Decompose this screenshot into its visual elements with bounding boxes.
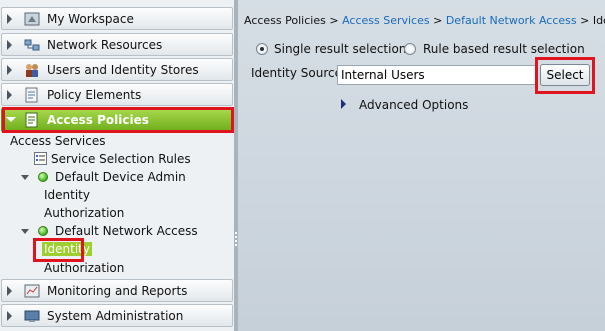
content-pane: Access Policies > Access Services > Defa… — [238, 0, 605, 331]
workspace-icon — [24, 12, 40, 26]
expand-arrow-icon — [7, 40, 12, 50]
users-icon — [26, 64, 38, 77]
rule-based-label: Rule based result selection — [423, 42, 585, 56]
expand-arrow-icon — [7, 311, 12, 321]
drawer-label: Monitoring and Reports — [47, 284, 188, 298]
expand-arrow-icon — [7, 65, 12, 75]
splitter-grip-icon — [235, 232, 237, 246]
collapse-arrow-icon — [6, 117, 16, 122]
drawer-monitoring-reports[interactable]: Monitoring and Reports — [1, 279, 233, 302]
drawer-policy-elements[interactable]: Policy Elements — [1, 83, 233, 106]
drawer-label: Users and Identity Stores — [47, 63, 199, 77]
drawer-label: My Workspace — [47, 12, 134, 26]
tree-default-device-admin[interactable]: Default Device Admin — [55, 170, 186, 184]
identity-source-input[interactable] — [337, 65, 537, 85]
expand-arrow-icon — [7, 286, 12, 296]
status-green-icon — [38, 172, 48, 182]
tree-collapse-icon[interactable] — [21, 175, 29, 180]
drawer-label: Access Policies — [47, 113, 149, 127]
tree-dda-authorization[interactable]: Authorization — [44, 206, 124, 220]
breadcrumb-access-services[interactable]: Access Services — [342, 14, 430, 27]
drawer-label: Policy Elements — [47, 88, 142, 102]
breadcrumb-access-policies: Access Policies — [244, 14, 326, 27]
breadcrumb-default-network-access[interactable]: Default Network Access — [446, 14, 577, 27]
tree-default-network-access[interactable]: Default Network Access — [55, 224, 198, 238]
expand-triangle-icon[interactable] — [341, 99, 346, 109]
system-admin-icon — [24, 310, 40, 322]
drawer-label: Network Resources — [47, 38, 163, 52]
breadcrumb-separator: > — [325, 14, 343, 27]
advanced-options-toggle[interactable]: Advanced Options — [359, 98, 468, 112]
tree-dda-identity[interactable]: Identity — [44, 188, 90, 202]
navigation-pane: My Workspace Network Resources Users and… — [0, 0, 234, 331]
tree-collapse-icon[interactable] — [21, 229, 29, 234]
tree-service-selection-rules[interactable]: Service Selection Rules — [51, 152, 191, 166]
drawer-network-resources[interactable]: Network Resources — [1, 33, 233, 56]
monitoring-icon — [24, 284, 40, 298]
tree-dna-identity[interactable]: Identity — [42, 242, 92, 256]
expand-arrow-icon — [7, 14, 12, 24]
rules-icon — [34, 152, 47, 165]
identity-source-label: Identity Source: — [251, 66, 347, 80]
single-result-label: Single result selection — [274, 42, 407, 56]
selected-node-label: Identity — [42, 242, 92, 256]
rule-based-radio[interactable] — [404, 43, 416, 55]
breadcrumb: Access Policies > Access Services > Defa… — [244, 14, 605, 27]
network-icon — [24, 39, 40, 51]
tree-access-services[interactable]: Access Services — [10, 134, 106, 148]
select-button[interactable]: Select — [540, 64, 590, 86]
drawer-my-workspace[interactable]: My Workspace — [1, 7, 233, 30]
breadcrumb-separator: > — [576, 14, 593, 27]
expand-arrow-icon — [7, 90, 12, 100]
drawer-label: System Administration — [47, 309, 184, 323]
drawer-system-administration[interactable]: System Administration — [1, 304, 233, 327]
breadcrumb-separator: > — [429, 14, 446, 27]
policy-icon — [25, 87, 38, 103]
drawer-users-identity-stores[interactable]: Users and Identity Stores — [1, 58, 233, 81]
status-green-icon — [38, 226, 48, 236]
access-policies-icon — [25, 112, 38, 128]
tree-dna-authorization[interactable]: Authorization — [44, 261, 124, 275]
single-result-radio[interactable] — [256, 43, 268, 55]
breadcrumb-identity: Identity — [592, 14, 605, 27]
drawer-access-policies[interactable]: Access Policies — [1, 108, 233, 132]
